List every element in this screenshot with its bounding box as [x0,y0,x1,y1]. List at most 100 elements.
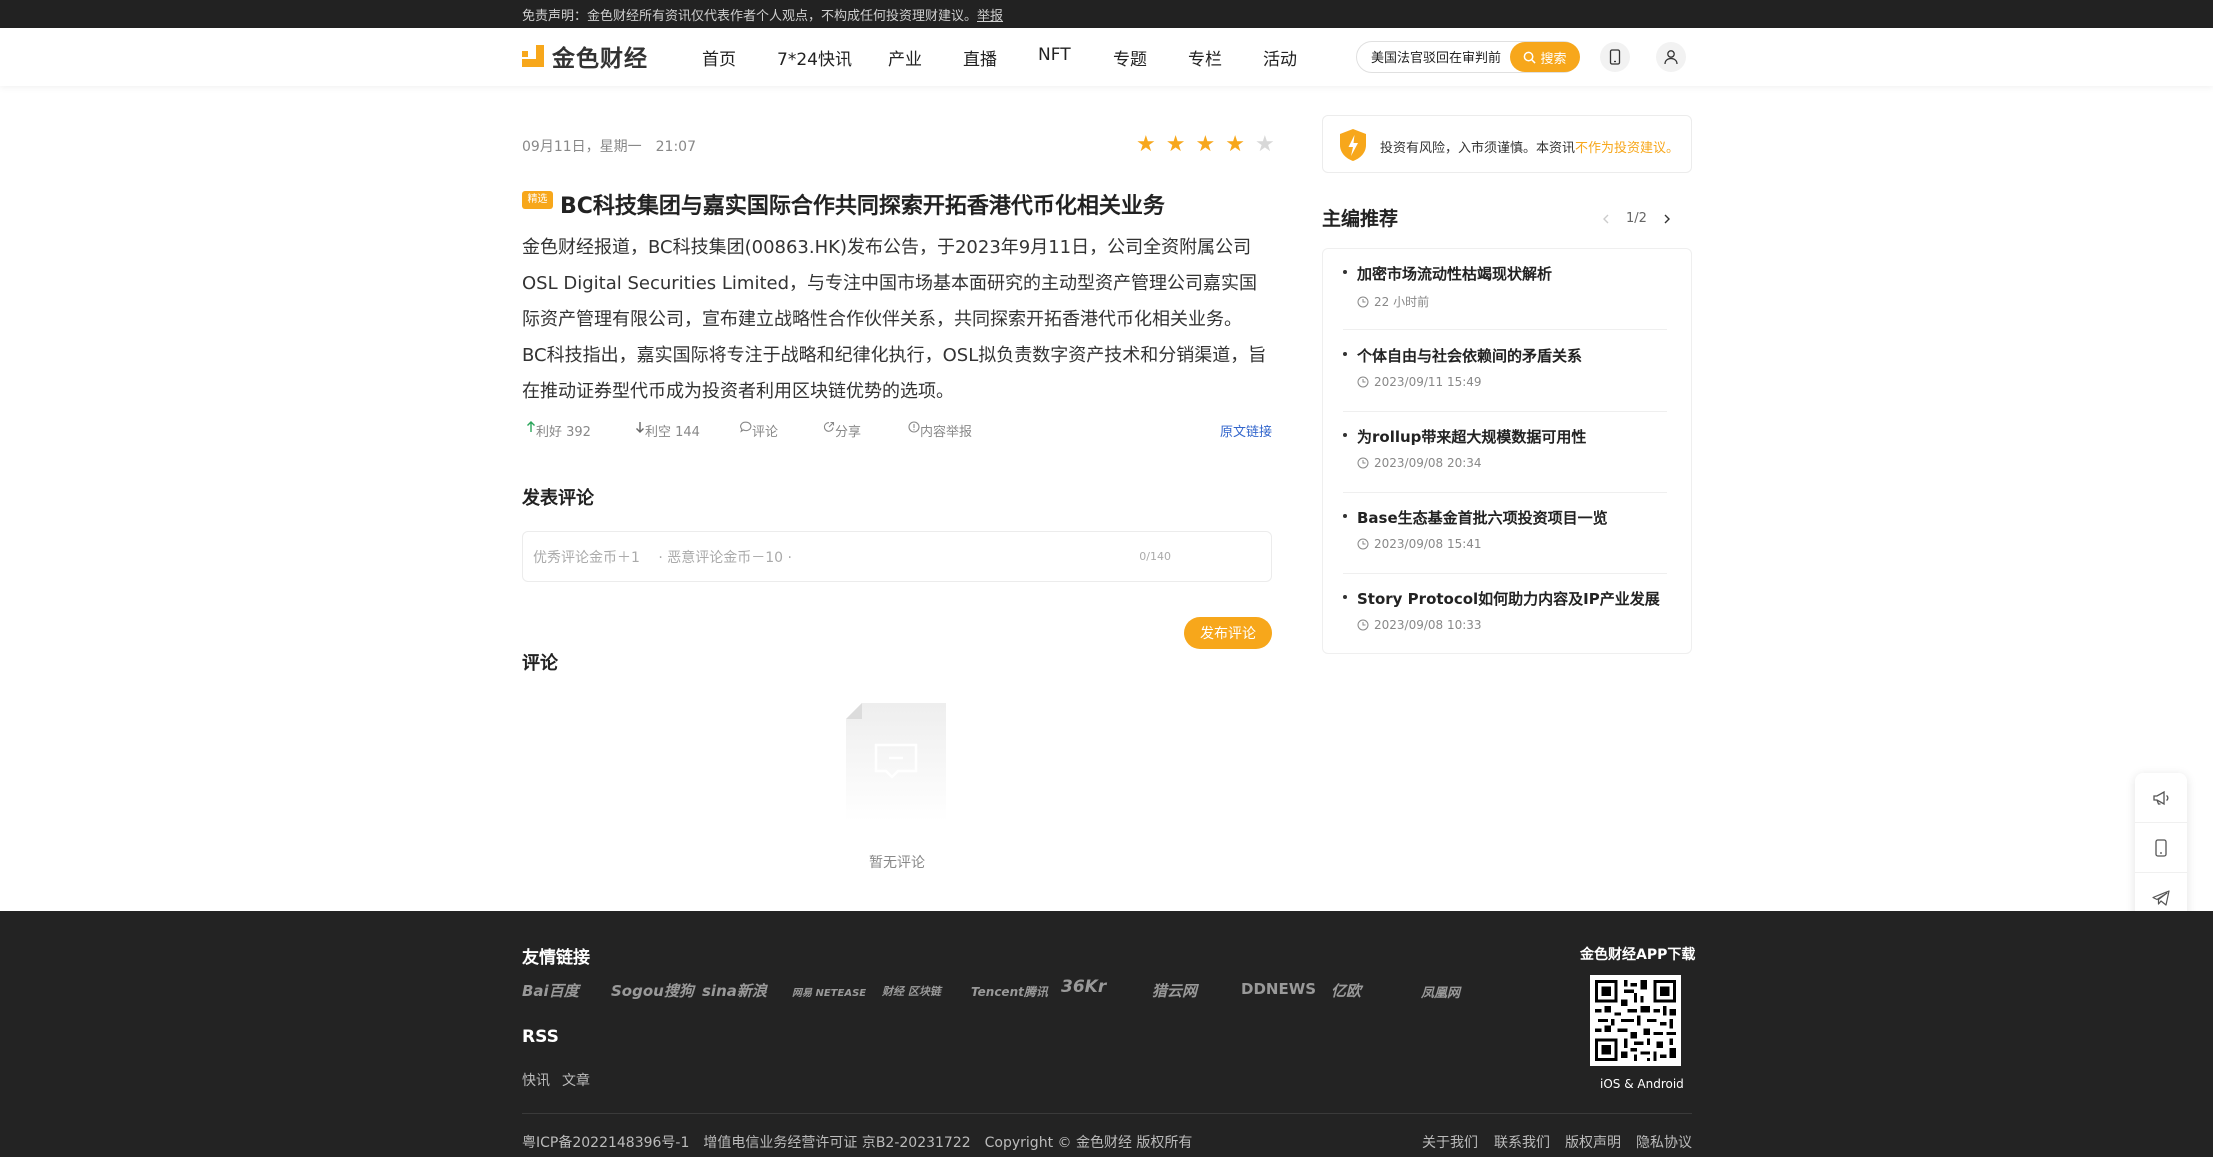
footer-link-privacy[interactable]: 隐私协议 [1636,1132,1692,1152]
rss-heading: RSS [522,1027,559,1047]
partner-logo-lieyun[interactable]: 猎云网 [1152,980,1197,1001]
chevron-right-icon[interactable] [1663,214,1671,224]
footer-link-contact[interactable]: 联系我们 [1494,1132,1550,1152]
rss-link-flash[interactable]: 快讯 [522,1070,550,1090]
list-item-time: 2023/09/11 15:49 [1357,375,1482,389]
friend-links-heading: 友情链接 [522,948,590,968]
list-item[interactable]: Base生态基金首批六项投资项目一览 2023/09/08 15:41 [1343,493,1667,574]
partner-logo-tencent[interactable]: Tencent腾讯 [971,983,1048,1000]
publish-comment-button[interactable]: 发布评论 [1184,617,1272,649]
bearish-count: 利空 144 [645,425,700,440]
report-link[interactable]: 举报 [977,9,1003,24]
comment-button[interactable]: 评论 [740,421,778,440]
partner-logo-ifeng[interactable]: 凤凰网 [1421,982,1460,1001]
comment-icon [740,421,752,433]
bullish-count: 利好 392 [536,425,591,440]
list-item-time: 2023/09/08 20:34 [1357,456,1482,470]
disclaimer-label: 免责声明：金色财经所有资讯仅代表作者个人观点，不构成任何投资理财建议。 [522,9,978,24]
star-icon[interactable]: ★ [1136,134,1156,156]
footer-divider [522,1113,1692,1114]
search-button-label: 搜索 [1540,51,1567,67]
star-icon[interactable]: ★ [1195,134,1215,156]
article-date: 09月11日，星期一 21:07 [522,139,696,155]
list-item-time: 22 小时前 [1357,293,1429,310]
mobile-app-button[interactable] [1600,42,1630,72]
nav-item-nft[interactable]: NFT [1038,45,1113,70]
nav-item-live[interactable]: 直播 [963,45,1038,70]
empty-comments-text: 暂无评论 [869,855,925,871]
partner-logo-caijing[interactable]: 财经 区块链 [882,983,941,999]
nav-item-events[interactable]: 活动 [1263,45,1338,70]
telegram-icon [2152,889,2170,906]
partner-logo-sina[interactable]: sina新浪 [702,980,767,1001]
report-content-label: 内容举报 [920,425,973,440]
risk-text: 投资有风险，入市须谨慎。本资讯不作为投资建议。 [1380,137,1679,156]
list-item-time-label: 2023/09/08 10:33 [1374,618,1482,632]
nav-item-industry[interactable]: 产业 [888,45,963,70]
user-button[interactable] [1656,42,1686,72]
list-item-title: Story Protocol如何助力内容及IP产业发展 [1357,590,1660,608]
partner-logo-36kr[interactable]: 36Kr [1061,977,1106,997]
nav-item-flash[interactable]: 7*24快讯 [777,45,888,70]
footer-link-about[interactable]: 关于我们 [1422,1132,1478,1152]
app-download-heading: 金色财经APP下载 [1580,947,1696,963]
mobile-icon [2155,838,2167,857]
site-logo[interactable]: 金色财经 [522,42,648,72]
nav-item-topics[interactable]: 专题 [1113,45,1188,70]
rss-link-articles[interactable]: 文章 [562,1070,590,1090]
search-button[interactable]: 搜索 [1510,42,1580,72]
star-icon[interactable]: ★ [1255,134,1275,156]
article-paragraph: 金色财经报道，BC科技集团(00863.HK)发布公告，于2023年9月11日，… [522,237,1258,330]
rating-stars[interactable]: ★ ★ ★ ★ ★ [1136,134,1275,156]
main-nav: 首页 7*24快讯 产业 直播 NFT 专题 专栏 活动 [702,45,1338,70]
featured-badge: 精选 [522,191,553,209]
app-download-button[interactable] [2135,823,2187,873]
report-content-button[interactable]: 内容举报 [908,421,972,440]
comment-form-heading: 发表评论 [522,488,594,509]
risk-highlight: 不作为投资建议。 [1575,141,1680,156]
partner-logo-netease[interactable]: 网易 NETEASE [792,984,866,999]
list-item[interactable]: 个体自由与社会依赖间的矛盾关系 2023/09/11 15:49 [1343,331,1667,412]
risk-notice: 投资有风险，入市须谨慎。本资讯不作为投资建议。 [1322,115,1692,173]
risk-text-label: 投资有风险，入市须谨慎。本资讯 [1380,141,1576,156]
list-item-title: 加密市场流动性枯竭现状解析 [1357,265,1553,283]
list-item[interactable]: Story Protocol如何助力内容及IP产业发展 2023/09/08 1… [1343,574,1667,653]
nav-item-home[interactable]: 首页 [702,45,777,70]
bearish-button[interactable]: 利空 144 [635,421,700,440]
clock-icon [1357,457,1369,469]
article-paragraph: BC科技指出，嘉实国际将专注于战略和纪律化执行，OSL拟负责数字资产技术和分销渠… [522,345,1267,402]
arrow-down-icon [636,422,644,433]
star-icon[interactable]: ★ [1225,134,1245,156]
search-input[interactable] [1371,49,1501,64]
announcement-button[interactable] [2135,773,2187,823]
logo-text: 金色财经 [552,46,648,72]
user-icon [1664,50,1678,65]
star-icon[interactable]: ★ [1166,134,1186,156]
source-link[interactable]: 原文链接 [1220,421,1272,440]
info-icon [908,421,920,433]
search-box: 搜索 [1356,41,1580,73]
qrcode-icon [1590,975,1681,1066]
logo-mark-icon [522,45,544,67]
footer-link-copyright[interactable]: 版权声明 [1565,1132,1621,1152]
partner-logo-ddnews[interactable]: DDNEWS [1241,980,1316,998]
article-body: 金色财经报道，BC科技集团(00863.HK)发布公告，于2023年9月11日，… [522,230,1272,410]
chevron-left-icon[interactable] [1602,214,1610,224]
comments-heading: 评论 [522,653,558,674]
article-title: BC科技集团与嘉实国际合作共同探索开拓香港代币化相关业务 [560,194,1165,219]
partner-logo-sogou[interactable]: Sogou搜狗 [611,980,694,1001]
bullish-button[interactable]: 利好 392 [526,421,591,440]
list-item[interactable]: 为rollup带来超大规模数据可用性 2023/09/08 20:34 [1343,412,1667,493]
comment-textarea[interactable]: 优秀评论金币＋1 · 恶意评论金币－10 · 0/140 [522,531,1272,582]
nav-item-columns[interactable]: 专栏 [1188,45,1263,70]
megaphone-icon [2153,790,2169,805]
empty-document-icon [846,703,946,821]
share-button[interactable]: 分享 [823,421,861,440]
disclaimer-bar: 免责声明：金色财经所有资讯仅代表作者个人观点，不构成任何投资理财建议。举报 [0,0,2213,28]
list-item-title: Base生态基金首批六项投资项目一览 [1357,509,1608,527]
clock-icon [1357,538,1369,550]
partner-logo-baidu[interactable]: Bai百度 [522,980,579,1001]
list-item[interactable]: 加密市场流动性枯竭现状解析 22 小时前 [1343,249,1667,330]
site-footer: 友情链接 Bai百度 Sogou搜狗 sina新浪 网易 NETEASE 财经 … [0,911,2213,1157]
partner-logo-yiou[interactable]: 亿欧 [1331,980,1361,1001]
